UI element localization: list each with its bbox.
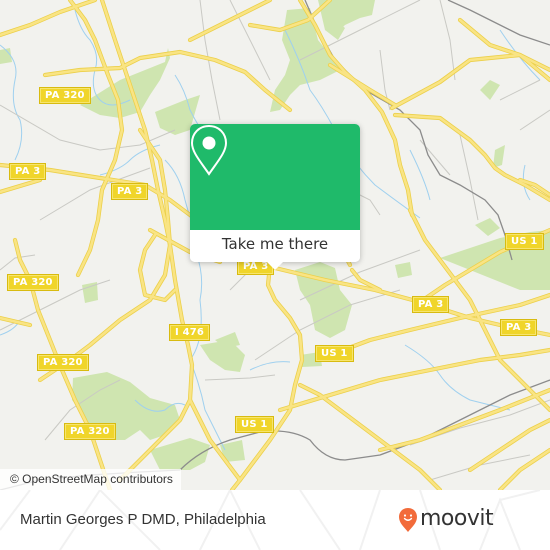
- route-shield: PA 3: [110, 183, 149, 200]
- moovit-pin-smile-icon: [399, 508, 417, 532]
- popup-pointer: [266, 261, 284, 270]
- route-shield: US 1: [505, 233, 544, 250]
- popup-header: [190, 124, 360, 230]
- route-shield: PA 3: [411, 296, 450, 313]
- route-shield: I 476: [168, 324, 211, 341]
- brand-name: moovit: [420, 506, 494, 531]
- route-shield: PA 3: [499, 319, 538, 336]
- map-attribution[interactable]: © OpenStreetMap contributors: [0, 469, 181, 490]
- route-shield: PA 320: [64, 423, 116, 440]
- route-shield: PA 320: [37, 354, 89, 371]
- route-shield: PA 320: [39, 87, 91, 104]
- take-me-there-button[interactable]: Take me there: [190, 230, 360, 262]
- map-pin-icon: [190, 124, 228, 176]
- route-shield: PA 320: [7, 274, 59, 291]
- footer-bar: Martin Georges P DMD, Philadelphia moovi…: [0, 490, 550, 550]
- location-popup: Take me there: [190, 124, 360, 270]
- map-view[interactable]: PA 320 PA 3 PA 3 PA 320 I 476 PA 320 PA …: [0, 0, 550, 490]
- place-title: Martin Georges P DMD, Philadelphia: [20, 511, 266, 528]
- route-shield: US 1: [235, 416, 274, 433]
- route-shield: PA 3: [8, 163, 47, 180]
- route-shield: US 1: [315, 345, 354, 362]
